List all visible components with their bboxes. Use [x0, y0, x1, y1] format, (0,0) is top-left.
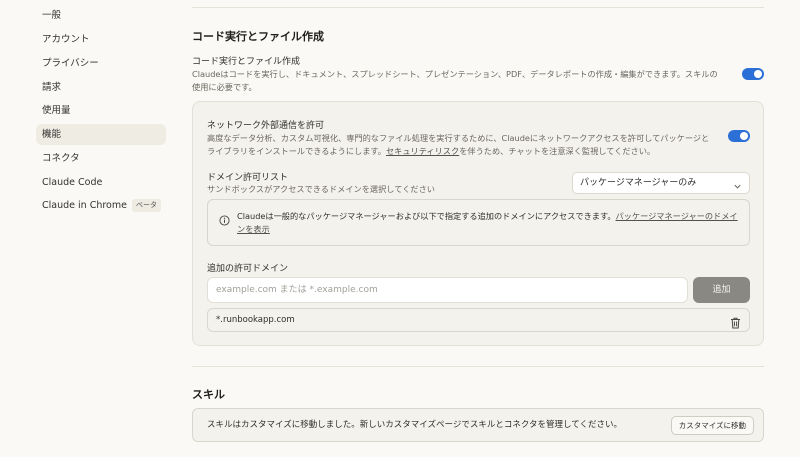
sidebar-item-label: 使用量 [42, 105, 71, 116]
info-text: Claudeは一般的なパッケージマネージャーおよび以下で指定する追加のドメインに… [237, 210, 742, 236]
go-to-customize-button[interactable]: カスタマイズに移動 [670, 416, 754, 435]
domain-allowlist-description: サンドボックスがアクセスできるドメインを選択してください [207, 184, 435, 194]
sidebar-item-connectors[interactable]: コネクタ [36, 148, 166, 169]
sidebar-item-label: 請求 [42, 82, 62, 93]
sidebar-item-label: アカウント [42, 34, 90, 45]
sidebar-item-label: コネクタ [42, 153, 80, 164]
toggle-knob [754, 70, 762, 78]
trash-icon[interactable] [730, 314, 741, 333]
sidebar-item-features[interactable]: 機能 [36, 124, 166, 145]
select-value: パッケージマネージャーのみ [580, 178, 697, 188]
sidebar-item-privacy[interactable]: プライバシー [36, 53, 166, 74]
code-execution-toggle[interactable] [742, 68, 764, 80]
settings-main: コード実行とファイル作成 コード実行とファイル作成 Claudeはコードを実行し… [192, 0, 764, 457]
domain-input[interactable]: example.com または *.example.com [207, 277, 688, 303]
sidebar-item-label: プライバシー [42, 58, 99, 69]
sidebar-item-label: 機能 [42, 129, 62, 140]
sidebar-item-claude-in-chrome[interactable]: Claude in Chrome ベータ [36, 195, 166, 216]
allowed-domain-row: *.runbookapp.com [207, 308, 750, 332]
network-egress-label: ネットワーク外部通信を許可 [207, 121, 325, 131]
sidebar-item-billing[interactable]: 請求 [36, 77, 166, 98]
domain-allowlist-select[interactable]: パッケージマネージャーのみ [572, 172, 750, 194]
network-egress-description: 高度なデータ分析、カスタム可視化、専門的なファイル処理を実行するために、Clau… [207, 132, 717, 158]
info-icon [219, 211, 230, 230]
code-execution-description: Claudeはコードを実行し、ドキュメント、スプレッドシート、プレゼンテーション… [192, 69, 718, 92]
sidebar-item-label: 一般 [42, 10, 62, 21]
additional-domains-label: 追加の許可ドメイン [207, 264, 289, 274]
sidebar-item-label: Claude in Chrome [42, 200, 127, 211]
network-desc-tail: を伴うため、チャットを注意深く監視してください。 [459, 146, 656, 156]
beta-badge: ベータ [131, 199, 161, 212]
skills-notice-text: スキルはカスタマイズに移動しました。新しいカスタマイズページでスキルとコネクタを… [207, 420, 622, 430]
network-settings-card: ネットワーク外部通信を許可 高度なデータ分析、カスタム可視化、専門的なファイル処… [192, 101, 764, 346]
code-execution-label: コード実行とファイル作成 [192, 57, 301, 67]
network-egress-toggle[interactable] [728, 130, 750, 142]
sidebar-item-usage[interactable]: 使用量 [36, 100, 166, 121]
skills-moved-notice: スキルはカスタマイズに移動しました。新しいカスタマイズページでスキルとコネクタを… [192, 408, 764, 442]
sidebar-item-label: Claude Code [42, 177, 103, 188]
add-domain-button[interactable]: 追加 [693, 277, 750, 303]
section-title-code-execution: コード実行とファイル作成 [192, 30, 324, 43]
sidebar-item-account[interactable]: アカウント [36, 29, 166, 50]
divider [192, 366, 764, 367]
section-title-skills: スキル [192, 388, 225, 401]
domain-allowlist-label: ドメイン許可リスト [207, 173, 289, 183]
toggle-knob [740, 132, 748, 140]
info-message: Claudeは一般的なパッケージマネージャーおよび以下で指定する追加のドメインに… [237, 211, 616, 221]
allowed-domain-text: *.runbookapp.com [216, 315, 295, 325]
package-manager-info: Claudeは一般的なパッケージマネージャーおよび以下で指定する追加のドメインに… [207, 199, 750, 246]
security-risk-link[interactable]: セキュリティリスク [386, 146, 459, 156]
settings-sidebar: 一般 アカウント プライバシー 請求 使用量 機能 コネクタ Claude Co… [0, 0, 180, 457]
sidebar-item-claude-code[interactable]: Claude Code [36, 172, 166, 193]
chevron-down-icon [733, 179, 742, 199]
divider [192, 7, 764, 8]
sidebar-item-general[interactable]: 一般 [36, 5, 166, 26]
